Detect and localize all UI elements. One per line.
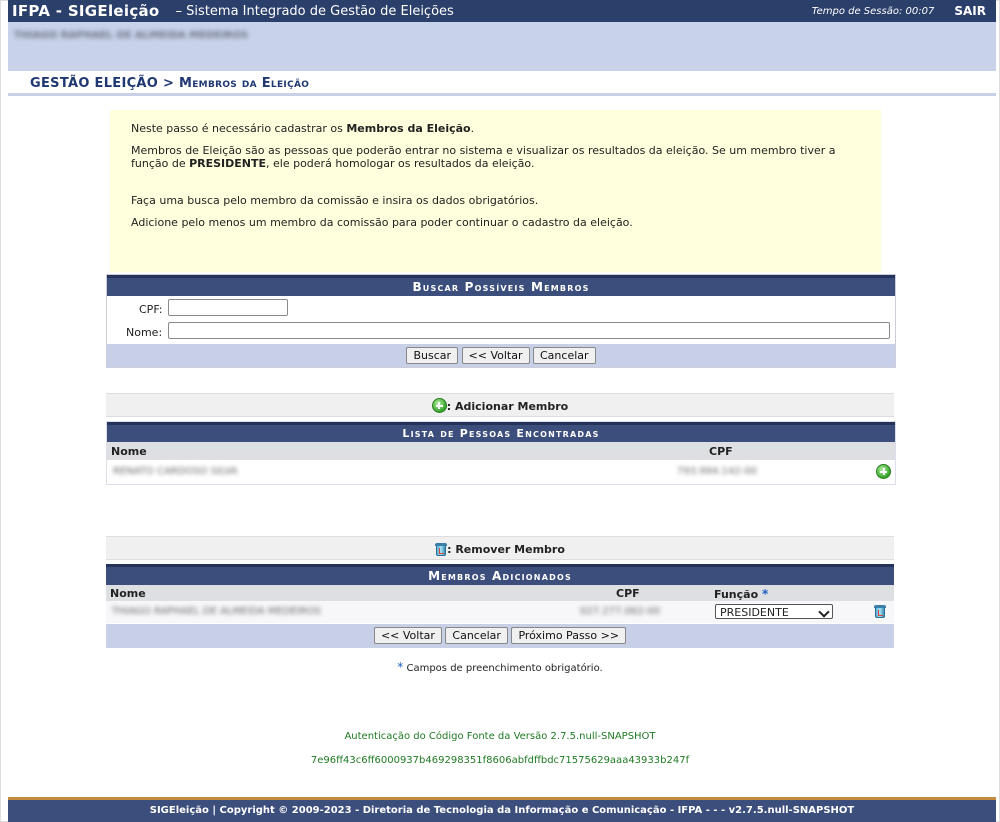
found-people-header: Nome CPF (107, 442, 895, 460)
session-label: Tempo de Sessão: (811, 5, 903, 17)
next-step-button[interactable]: Próximo Passo >> (511, 627, 627, 644)
found-col-name: Nome (111, 445, 147, 458)
auth-version: Autenticação do Código Fonte da Versão 2… (344, 731, 656, 742)
app-subtitle: – Sistema Integrado de Gestão de Eleiçõe… (175, 3, 454, 19)
back-button[interactable]: << Voltar (373, 627, 442, 644)
required-star-icon: * (397, 660, 404, 674)
remove-member-legend: : Remover Membro (106, 536, 894, 560)
table-row: THIAGO RAPHAEL DE ALMEIDA MEDEIROS 027.2… (106, 601, 894, 623)
found-people-title: Lista de Pessoas Encontradas (107, 422, 895, 442)
role-select-value: PRESIDENTE (720, 606, 789, 619)
found-person-name: RENATO CARDOSO SILVA (113, 466, 238, 477)
member-name: THIAGO RAPHAEL DE ALMEIDA MEDEIROS (112, 606, 322, 617)
add-member-label: : Adicionar Membro (446, 400, 569, 413)
required-fields-note: * Campos de preenchimento obrigatório. (0, 660, 1000, 674)
cpf-label: CPF: (139, 303, 163, 316)
app-brand[interactable]: IFPA - SIGEleição (8, 2, 160, 20)
cancel-button[interactable]: Cancelar (533, 347, 596, 364)
add-member-icon[interactable] (876, 464, 891, 479)
members-panel-footer: << Voltar Cancelar Próximo Passo >> (106, 624, 894, 648)
page-footer: SIGEleição | Copyright © 2009-2023 - Dir… (8, 797, 996, 822)
breadcrumb-page: Membros da Eleição (179, 76, 310, 91)
table-row: RENATO CARDOSO SILVA 793.994.142-00 (107, 460, 895, 482)
name-label: Nome: (126, 326, 163, 339)
user-bar: THIAGO RAPHAEL DE ALMEIDA MEDEIROS (8, 22, 996, 71)
members-col-role: Função * (714, 587, 769, 601)
found-person-cpf: 793.994.142-00 (677, 466, 757, 477)
trash-icon (435, 543, 448, 556)
member-cpf: 027.277.062-00 (580, 606, 660, 617)
instruction-1: Neste passo é necessário cadastrar os Me… (131, 122, 475, 135)
logout-link[interactable]: SAIR (954, 4, 986, 18)
session-time: 00:07 (905, 5, 935, 17)
search-panel-footer: Buscar << Voltar Cancelar (107, 344, 895, 367)
members-panel: Membros Adicionados Nome CPF Função * TH… (106, 564, 894, 648)
breadcrumb-bar: GESTÃO ELEIÇÃO > Membros da Eleição (8, 71, 996, 96)
found-people-panel: Lista de Pessoas Encontradas Nome CPF RE… (106, 421, 896, 485)
remove-member-icon[interactable] (874, 605, 886, 618)
required-star-icon: * (761, 587, 769, 601)
role-select[interactable]: PRESIDENTE (715, 604, 833, 619)
found-col-cpf: CPF (709, 445, 733, 458)
remove-member-label: : Remover Membro (447, 543, 565, 556)
user-name: THIAGO RAPHAEL DE ALMEIDA MEDEIROS (14, 30, 249, 41)
chevron-down-icon (818, 606, 830, 618)
members-header: Nome CPF Função * (106, 585, 894, 601)
cpf-input[interactable] (168, 299, 288, 316)
search-panel-title: Buscar Possíveis Membros (107, 275, 895, 296)
search-panel: Buscar Possíveis Membros CPF: Nome: Busc… (106, 274, 896, 368)
instructions-box: Neste passo é necessário cadastrar os Me… (110, 110, 881, 272)
instruction-2: Membros de Eleição são as pessoas que po… (131, 144, 836, 170)
search-button[interactable]: Buscar (406, 347, 459, 364)
back-button[interactable]: << Voltar (461, 347, 530, 364)
breadcrumb-section: GESTÃO ELEIÇÃO > (30, 76, 175, 91)
breadcrumb: GESTÃO ELEIÇÃO > Membros da Eleição (30, 76, 309, 91)
auth-hash: 7e96ff43c6ff6000937b469298351f8606abfdff… (310, 755, 690, 766)
instruction-3: Faça uma busca pelo membro da comissão e… (131, 194, 539, 207)
add-icon (431, 398, 447, 413)
session-timer: Tempo de Sessão: 00:07 (812, 6, 935, 17)
required-fields-text: Campos de preenchimento obrigatório. (406, 663, 603, 674)
members-title: Membros Adicionados (106, 564, 894, 585)
members-col-name: Nome (110, 587, 146, 600)
members-col-cpf: CPF (616, 587, 640, 600)
add-member-legend: : Adicionar Membro (106, 393, 894, 417)
cancel-button[interactable]: Cancelar (445, 627, 508, 644)
instruction-4: Adicione pelo menos um membro da comissã… (131, 216, 633, 229)
top-bar: IFPA - SIGEleição – Sistema Integrado de… (8, 0, 996, 23)
name-input[interactable] (168, 322, 890, 339)
